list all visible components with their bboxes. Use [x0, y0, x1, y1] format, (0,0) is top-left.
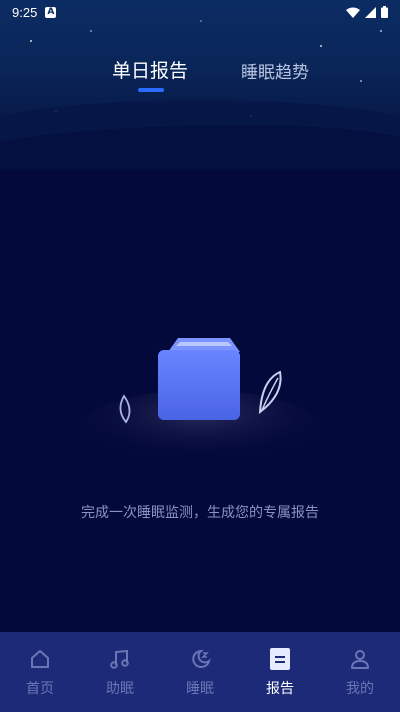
bottom-navigation: 首页 助眠 睡眠 报告 我的: [0, 632, 400, 712]
empty-state-message: 完成一次睡眠监测，生成您的专属报告: [81, 505, 319, 521]
home-icon: [27, 646, 53, 672]
profile-icon: [347, 646, 373, 672]
active-tab-indicator: [138, 88, 164, 92]
empty-box-illustration: [80, 338, 320, 470]
battery-icon: [381, 6, 388, 18]
nav-item-profile[interactable]: 我的: [325, 646, 395, 698]
nav-item-report[interactable]: 报告: [245, 646, 315, 698]
nav-item-sleep-aid[interactable]: 助眠: [85, 646, 155, 698]
nav-label-sleep: 睡眠: [186, 681, 214, 697]
nav-item-home[interactable]: 首页: [5, 646, 75, 698]
report-tabs: 单日报告 睡眠趋势: [0, 56, 400, 96]
nav-label-report: 报告: [266, 681, 294, 697]
signal-icon: [365, 6, 376, 18]
nav-item-sleep[interactable]: 睡眠: [165, 646, 235, 698]
status-bar: 9:25 A: [0, 0, 400, 24]
tab-sleep-trend[interactable]: 睡眠趋势: [241, 58, 309, 83]
nav-label-home: 首页: [26, 681, 54, 697]
notification-icon: A: [45, 6, 57, 18]
tab-daily-report[interactable]: 单日报告: [112, 56, 188, 83]
nav-label-profile: 我的: [346, 681, 374, 697]
wifi-icon: [346, 7, 360, 18]
status-time: 9:25: [12, 4, 38, 20]
music-note-icon: [107, 646, 133, 672]
moon-icon: [187, 646, 213, 672]
report-icon: [267, 646, 293, 672]
nav-label-sleep-aid: 助眠: [106, 681, 134, 697]
